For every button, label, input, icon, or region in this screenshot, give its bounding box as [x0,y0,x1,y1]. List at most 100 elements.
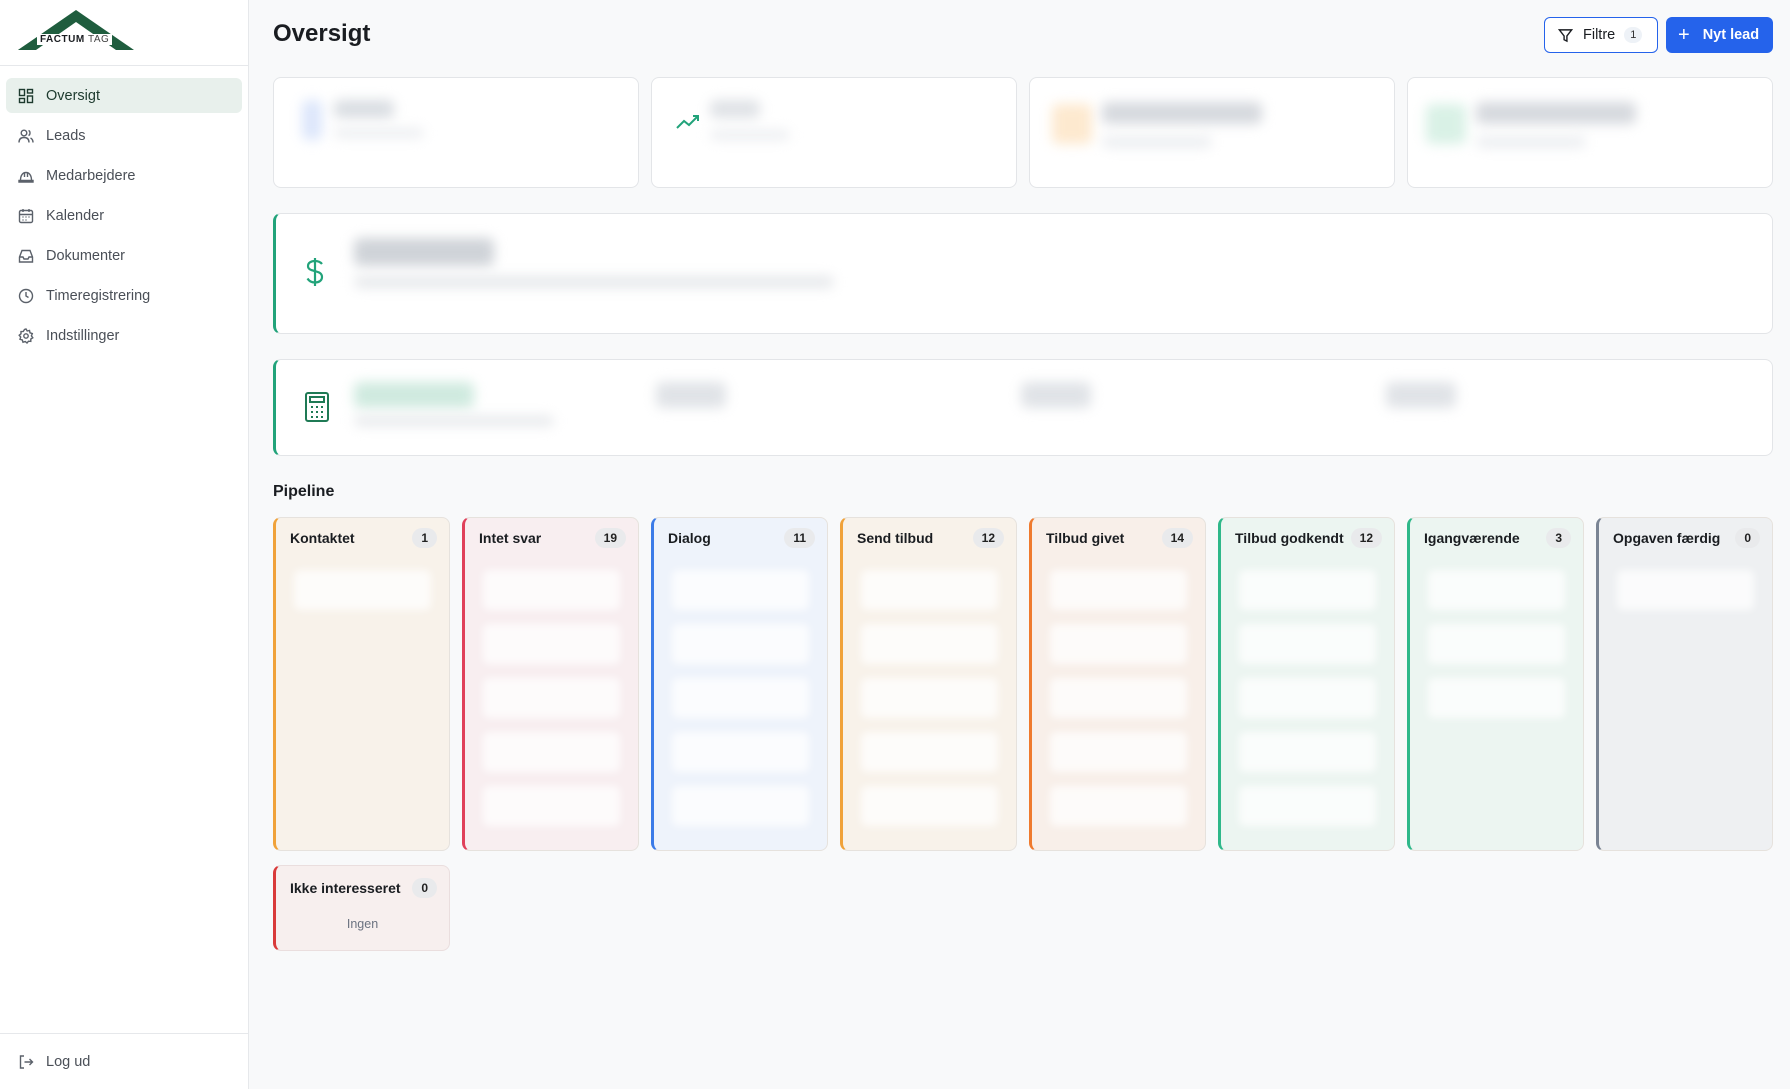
column-cards [1599,558,1772,850]
empty-column-text: Ingen [346,917,379,931]
lead-card[interactable] [1050,786,1187,826]
lead-card[interactable] [861,786,998,826]
stat-card [651,77,1017,188]
column-count-badge: 0 [412,878,437,898]
column-count-badge: 0 [1735,528,1760,548]
column-label: Ikke interesseret [290,880,401,896]
column-count-badge: 1 [412,528,437,548]
lead-card[interactable] [483,786,620,826]
sidebar-item-label: Kalender [46,207,105,224]
lead-card[interactable] [1050,570,1187,610]
lead-card[interactable] [483,624,620,664]
filter-button[interactable]: Filtre 1 [1544,17,1658,53]
lead-card[interactable] [861,570,998,610]
pipeline-column-send-tilbud[interactable]: Send tilbud 12 [840,517,1017,851]
dashboard-icon [18,88,34,104]
pipeline-column-dialog[interactable]: Dialog 11 [651,517,828,851]
lead-card[interactable] [1239,678,1376,718]
hard-hat-icon [18,168,34,184]
clock-icon [18,288,34,304]
logout-label: Log ud [46,1053,91,1070]
main-content: Oversigt Filtre 1 + Nyt lead Pipeline Ko… [250,0,1790,1089]
lead-card[interactable] [1428,570,1565,610]
sidebar-item-indstillinger[interactable]: Indstillinger [6,318,242,353]
lead-card[interactable] [861,624,998,664]
brand-name: FACTUM TAG [37,34,113,45]
column-label: Dialog [668,530,711,546]
lead-card[interactable] [672,570,809,610]
lead-card[interactable] [483,570,620,610]
sidebar-item-oversigt[interactable]: Oversigt [6,78,242,113]
pipeline-column-ikke-interesseret[interactable]: Ikke interesseret 0 Ingen [273,865,450,951]
lead-card[interactable] [1050,624,1187,664]
inbox-icon [18,248,34,264]
lead-card[interactable] [483,678,620,718]
sidebar-item-label: Indstillinger [46,327,120,344]
new-lead-button[interactable]: + Nyt lead [1666,17,1773,53]
lead-card[interactable] [861,678,998,718]
column-cards [465,558,638,850]
column-header: Tilbud givet 14 [1032,518,1205,558]
column-header: Intet svar 19 [465,518,638,558]
column-cards [1032,558,1205,850]
sidebar-item-label: Dokumenter [46,247,125,264]
column-cards [654,558,827,850]
column-cards [1410,558,1583,850]
lead-card[interactable] [1050,678,1187,718]
lead-card[interactable] [672,624,809,664]
new-lead-label: Nyt lead [1702,27,1760,43]
sidebar-item-timeregistrering[interactable]: Timeregistrering [6,278,242,313]
column-count-badge: 19 [594,528,626,548]
calculator-icon [304,391,330,428]
lead-card[interactable] [1239,732,1376,772]
pipeline-column-tilbud-givet[interactable]: Tilbud givet 14 [1029,517,1206,851]
lead-card[interactable] [1428,678,1565,718]
lead-card[interactable] [294,570,431,610]
brand-logo[interactable]: FACTUM TAG [0,0,248,66]
lead-card[interactable] [672,678,809,718]
calendar-icon [18,208,34,224]
logout-icon [18,1054,34,1070]
column-count-badge: 11 [784,528,815,548]
column-label: Igangværende [1424,530,1520,546]
lead-card[interactable] [1050,732,1187,772]
column-label: Opgaven færdig [1613,530,1721,546]
stat-card [1029,77,1395,188]
column-header: Tilbud godkendt 12 [1221,518,1394,558]
sidebar: FACTUM TAG Oversigt Leads Medarbejdere K… [0,0,249,1089]
pipeline-column-opgaven-færdig[interactable]: Opgaven færdig 0 [1596,517,1773,851]
trend-up-icon [676,113,702,136]
pipeline-column-kontaktet[interactable]: Kontaktet 1 [273,517,450,851]
pipeline-column-tilbud-godkendt[interactable]: Tilbud godkendt 12 [1218,517,1395,851]
sidebar-footer: Log ud [0,1033,248,1089]
column-cards [276,558,449,850]
sidebar-item-medarbejdere[interactable]: Medarbejdere [6,158,242,193]
users-icon [18,128,34,144]
sidebar-item-kalender[interactable]: Kalender [6,198,242,233]
lead-card[interactable] [1239,786,1376,826]
pipeline-column-intet-svar[interactable]: Intet svar 19 [462,517,639,851]
sidebar-item-label: Leads [46,127,86,144]
sidebar-item-leads[interactable]: Leads [6,118,242,153]
lead-card[interactable] [672,786,809,826]
column-label: Tilbud godkendt [1235,530,1344,546]
lead-card[interactable] [672,732,809,772]
page-title: Oversigt [273,20,371,47]
lead-card[interactable] [861,732,998,772]
lead-card[interactable] [483,732,620,772]
lead-card[interactable] [1428,624,1565,664]
lead-card[interactable] [1617,570,1754,610]
column-header: Dialog 11 [654,518,827,558]
column-label: Tilbud givet [1046,530,1125,546]
gear-icon [18,327,34,344]
sidebar-item-dokumenter[interactable]: Dokumenter [6,238,242,273]
column-header: Opgaven færdig 0 [1599,518,1772,558]
lead-card[interactable] [1239,570,1376,610]
pipeline-column-igangværende[interactable]: Igangværende 3 [1407,517,1584,851]
sidebar-item-label: Oversigt [46,87,100,104]
sidebar-item-label: Medarbejdere [46,167,136,184]
column-header: Ikke interesseret 0 [276,866,449,910]
lead-card[interactable] [1239,624,1376,664]
logout-button[interactable]: Log ud [6,1044,242,1079]
pipeline-title: Pipeline [273,483,335,500]
